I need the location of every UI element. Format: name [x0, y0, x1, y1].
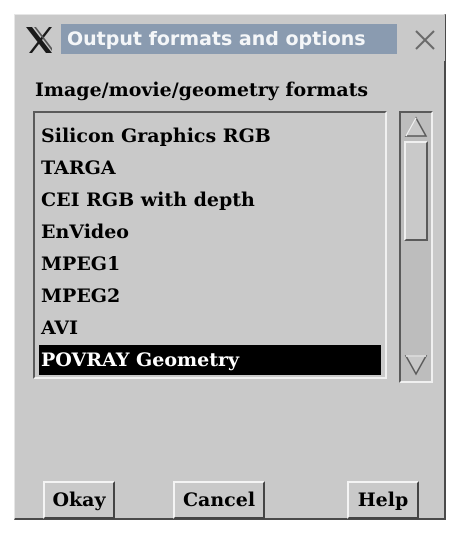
list-item-povray-geometry[interactable]: POVRAY Geometry	[39, 345, 381, 375]
formats-section-label: Image/movie/geometry formats	[35, 79, 369, 101]
formats-list[interactable]: Silicon Graphics RGB TARGA CEI RGB with …	[33, 111, 387, 379]
okay-button[interactable]: Okay	[43, 481, 115, 519]
cancel-button[interactable]: Cancel	[173, 481, 265, 519]
window-title: Output formats and options	[61, 24, 397, 54]
help-button[interactable]: Help	[347, 481, 419, 519]
list-item-envideo[interactable]: EnVideo	[39, 217, 381, 247]
formats-scrollbar[interactable]	[399, 111, 433, 383]
list-item-mpeg1[interactable]: MPEG1	[39, 249, 381, 279]
close-icon[interactable]	[413, 28, 437, 52]
list-item-cei-rgb-with-depth[interactable]: CEI RGB with depth	[39, 185, 381, 215]
title-bar[interactable]: Output formats and options	[15, 15, 445, 61]
list-item-avi[interactable]: AVI	[39, 313, 381, 343]
scroll-up-arrow-icon[interactable]	[404, 116, 428, 138]
list-item-silicon-graphics-rgb[interactable]: Silicon Graphics RGB	[39, 121, 381, 151]
scroll-thumb[interactable]	[404, 141, 428, 241]
output-formats-dialog: Output formats and options Image/movie/g…	[14, 14, 446, 520]
x-window-system-icon[interactable]	[25, 26, 53, 54]
list-item-mpeg2[interactable]: MPEG2	[39, 281, 381, 311]
list-item-targa[interactable]: TARGA	[39, 153, 381, 183]
scroll-down-arrow-icon[interactable]	[404, 354, 428, 376]
